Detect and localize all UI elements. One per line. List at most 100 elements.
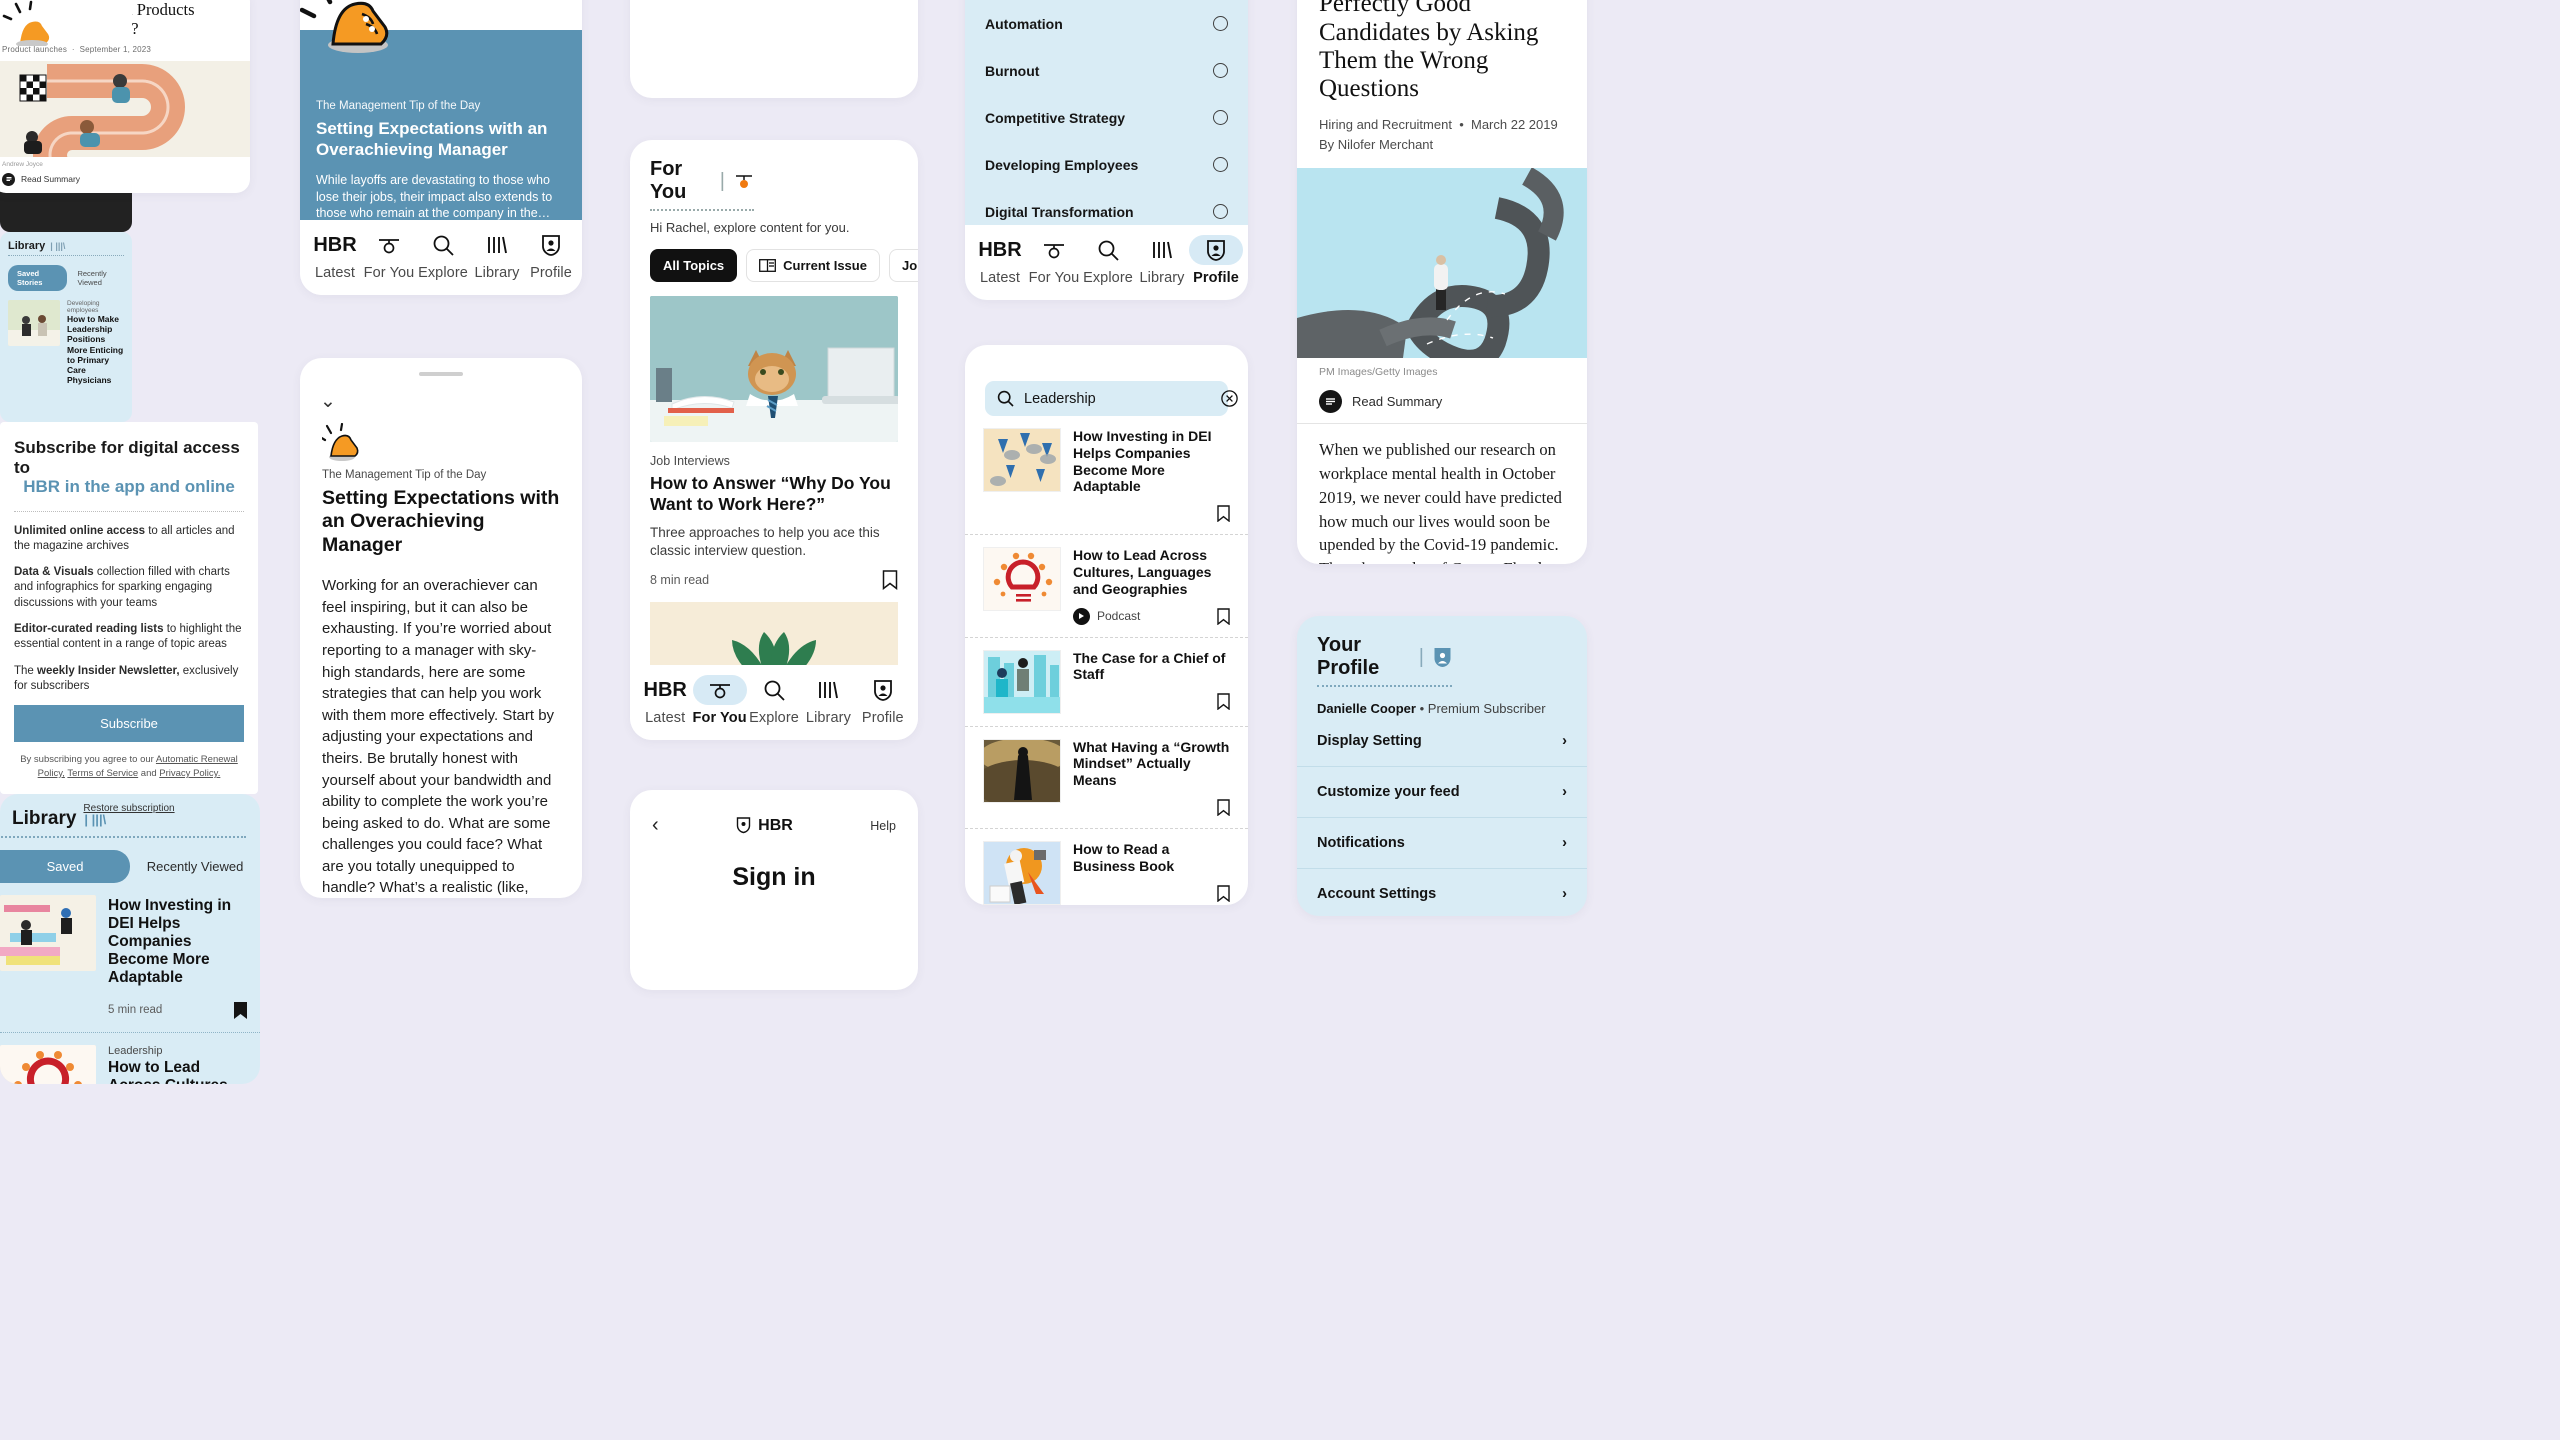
search-result-row[interactable]: What Having a “Growth Mindset” Actually … [965,727,1248,829]
profile-row-notifications[interactable]: Notifications › [1297,818,1587,869]
story-meta: Hiring and Recruitment • March 22 2019 [1319,117,1558,133]
sign-in-card: ‹ HBR Help Sign in [630,790,918,990]
read-summary-button[interactable]: Read Summary [1297,378,1587,425]
tab-explore[interactable]: Explore [416,230,470,281]
library-tabs[interactable]: Saved Recently Viewed [0,850,260,883]
topic-radio[interactable] [1213,63,1228,78]
tab-library[interactable]: Library [1135,235,1189,286]
profile-row-customize-feed[interactable]: Customize your feed › [1297,767,1587,818]
search-result-row[interactable]: The Case for a Chief of Staff [965,638,1248,727]
signin-top-card [630,0,918,98]
bottom-tab-bar[interactable]: HBR Latest For You Explore Library Profi… [300,220,582,295]
subscribe-button[interactable]: Subscribe [14,705,244,743]
tab-profile[interactable]: Profile [524,230,578,281]
collapse-chevron-icon[interactable]: ⌄ [320,390,582,413]
result-thumbnail [983,649,1061,714]
topic-radio[interactable] [1213,16,1228,31]
read-summary-button[interactable]: Read Summary [0,170,250,193]
result-footer [1073,799,1230,816]
item-kicker: Leadership [108,1044,163,1057]
tab-profile[interactable]: Profile [1189,235,1243,286]
result-thumbnail [983,428,1061,492]
tab-explore[interactable]: Explore [1081,235,1135,286]
topic-row[interactable]: Burnout [965,47,1248,94]
search-input[interactable] [1024,390,1211,407]
search-result-row[interactable]: How to Lead Across Cultures, Languages a… [965,535,1248,638]
profile-card: Your Profile | Danielle Cooper • Premium… [1297,616,1587,916]
bottom-tab-bar[interactable]: HBR Latest For You Explore Library Profi… [630,665,918,740]
bookmark-icon[interactable] [1217,884,1230,902]
chip-all-topics[interactable]: All Topics [650,249,738,282]
topic-row[interactable]: Automation [965,0,1248,47]
topic-radio[interactable] [1213,204,1228,219]
library-list-item[interactable]: Leadership How to Lead Across Cultures, … [0,1033,260,1084]
tab-label: Latest [645,710,686,726]
result-footer [1073,884,1230,902]
profile-row-display-setting[interactable]: Display Setting › [1297,716,1587,767]
tab-for-you[interactable]: For You [362,230,416,281]
tab-for-you[interactable]: For You [1027,235,1081,286]
topic-radio[interactable] [1213,157,1228,172]
bookmark-icon[interactable] [882,570,898,591]
chip-job-interviews[interactable]: Job Interviews [888,249,918,282]
library-bars-icon [801,675,855,705]
library-bars-icon: | |||\ [50,241,66,251]
tab-library[interactable]: Library [801,675,855,726]
bookmark-icon[interactable] [1217,607,1230,625]
tab-latest[interactable]: HBR Latest [638,675,692,727]
topic-row[interactable]: Developing Employees [965,141,1248,188]
latest-library-strip[interactable]: Library | |||\ Saved Stories Recently Vi… [0,232,132,422]
search-result-row[interactable]: How to Read a Business Book [965,829,1248,905]
tab-saved[interactable]: Saved [0,850,130,883]
terms-link[interactable]: Terms of Service [67,768,138,779]
topic-chip-row[interactable]: All Topics Current Issue Job Interviews … [630,235,918,282]
search-result-row[interactable]: How Investing in DEI Helps Companies Bec… [965,416,1248,536]
search-icon [1081,235,1135,265]
for-you-card: For You | Hi Rachel, explore content for… [630,140,918,740]
library-list-item[interactable]: How Investing in DEI Helps Companies Bec… [0,883,260,1033]
tip-content: The Management Tip of the Day Setting Ex… [300,86,582,240]
back-chevron-icon[interactable]: ‹ [652,814,659,837]
topic-row[interactable]: Competitive Strategy [965,94,1248,141]
clear-circle-icon[interactable] [1221,390,1238,407]
item-kicker: Developing employees [67,300,100,314]
chip-current-issue[interactable]: Current Issue [746,249,880,282]
profile-shield-icon [1189,235,1243,265]
tab-latest[interactable]: HBR Latest [308,230,362,282]
tab-saved-stories[interactable]: Saved Stories [8,265,68,291]
result-title: What Having a “Growth Mindset” Actually … [1073,738,1230,789]
library-bars-icon: | |||\ [84,811,107,827]
story-hero-image [650,296,898,442]
bookmark-icon[interactable] [1217,693,1230,711]
sheet-grab-handle[interactable] [419,372,463,376]
item-thumbnail [0,895,96,971]
tab-explore[interactable]: Explore [747,675,801,726]
tab-profile[interactable]: Profile [856,675,910,726]
bookmark-icon[interactable] [1217,799,1230,816]
tab-latest[interactable]: HBR Latest [973,235,1027,287]
topic-radio[interactable] [1213,110,1228,125]
tab-library[interactable]: Library [470,230,524,281]
tab-recently-viewed[interactable]: Recently Viewed [130,850,260,883]
help-link[interactable]: Help [870,819,896,833]
profile-shield-icon [1433,647,1452,668]
privacy-link[interactable]: Privacy Policy. [159,768,220,779]
bookmark-icon[interactable] [1217,505,1230,523]
bookmark-icon[interactable] [233,1001,248,1020]
bottom-tab-bar[interactable]: HBR Latest For You Explore Library Profi… [965,225,1248,300]
preview-credit: Andrew Joyce [2,160,43,168]
management-tip-card: The Management Tip of the Day Setting Ex… [300,0,582,295]
tab-for-you[interactable]: For You [692,675,747,726]
library-strip-item[interactable]: Developing employees How to Make Leaders… [8,300,124,385]
library-strip-tabs[interactable]: Saved Stories Recently Viewed [8,265,124,291]
profile-shield-icon [856,675,910,705]
tip-body: While layoffs are devastating to those w… [316,173,553,221]
tab-label: Latest [979,270,1021,286]
profile-row-account-settings[interactable]: Account Settings › [1297,869,1587,916]
search-bar[interactable] [985,381,1238,416]
tab-label: Profile [530,265,572,281]
article-body: Working for an overachiever can feel ins… [322,577,555,897]
summary-lines-icon [2,172,15,186]
chevron-right-icon: › [1562,886,1567,902]
tab-recently-viewed[interactable]: Recently Viewed [77,269,124,287]
